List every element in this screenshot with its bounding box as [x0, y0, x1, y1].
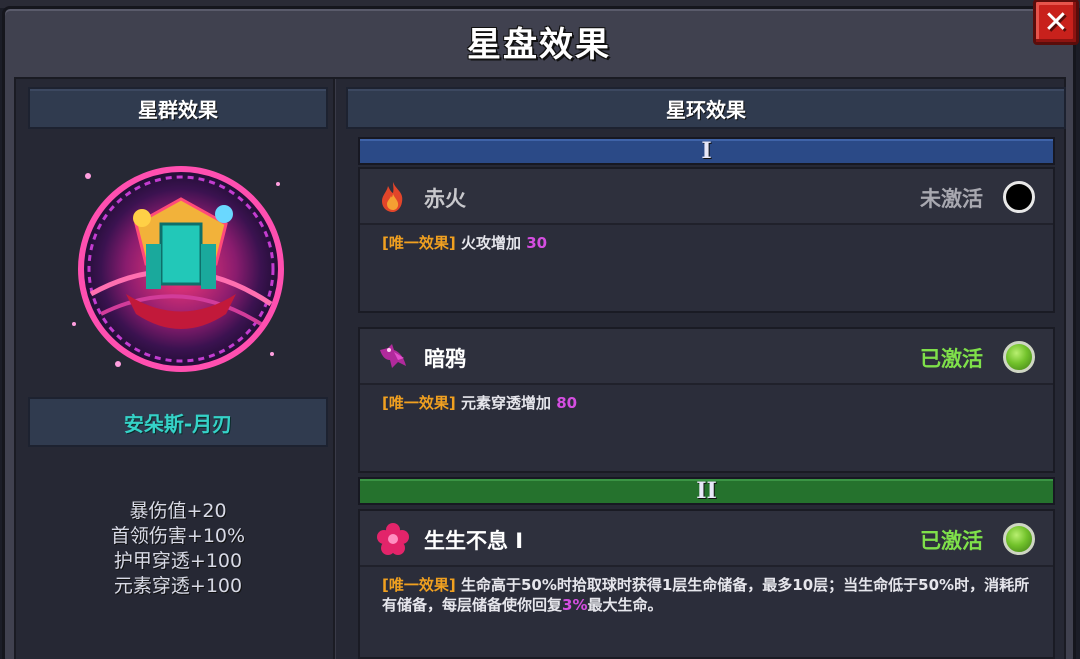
effect-card-shengsheng[interactable]: 生生不息 I 已激活 [唯一效果] 生命高于50%时拾取球时获得1层生命储备，最… — [358, 509, 1055, 659]
tier-2-bar: II — [358, 477, 1055, 505]
status-indicator-icon — [1003, 341, 1035, 373]
ring-effect-title: 星环效果 — [666, 97, 746, 122]
stat-line: 护甲穿透+100 — [113, 550, 243, 572]
close-button[interactable]: ✕ — [1033, 0, 1079, 45]
stat-line: 暴伤值+20 — [129, 500, 227, 522]
effect-description: [唯一效果] 元素穿透增加 80 — [360, 385, 1053, 421]
ring-effect-header: 星环效果 — [346, 87, 1066, 129]
effect-card-header: 赤火 未激活 — [360, 169, 1053, 225]
tier-1-label: I — [701, 138, 712, 164]
astrolabe-panel: 星盘效果 ✕ 星群效果 安朵斯-月刃 暴伤值+20 首领伤害+10% 护甲穿透+… — [2, 0, 1079, 659]
effect-desc-text: 火攻增加 — [460, 234, 521, 252]
effect-name: 赤火 — [424, 187, 466, 211]
effect-value: 3% — [562, 596, 588, 614]
column-divider — [333, 79, 336, 659]
effect-desc-text: 生命高于50%时拾取球时获得1层生命储备，最多10层；当生命低于50%时，消耗所… — [382, 576, 1030, 614]
flower-icon — [377, 523, 409, 555]
constellation-stats: 暴伤值+20 首领伤害+10% 护甲穿透+100 元素穿透+100 — [28, 499, 328, 599]
constellation-effect-title: 星群效果 — [138, 97, 218, 122]
effect-value: 80 — [556, 394, 578, 412]
effect-description: [唯一效果] 火攻增加 30 — [360, 225, 1053, 261]
constellation-effect-header: 星群效果 — [28, 87, 328, 129]
stat-line: 元素穿透+100 — [113, 575, 243, 597]
effect-desc-text-end: 最大生命。 — [587, 596, 663, 614]
unique-effect-tag: [唯一效果] — [382, 234, 456, 252]
effect-status: 已激活 — [920, 529, 983, 553]
unique-effect-tag: [唯一效果] — [382, 394, 456, 412]
effect-card-anya[interactable]: 暗鸦 已激活 [唯一效果] 元素穿透增加 80 — [358, 327, 1055, 473]
effect-name: 暗鸦 — [424, 347, 466, 371]
crow-icon — [380, 344, 406, 368]
constellation-name-box: 安朵斯-月刃 — [28, 397, 328, 447]
status-indicator-icon — [1003, 523, 1035, 555]
effect-value: 30 — [526, 234, 548, 252]
constellation-emblem-icon — [72, 166, 284, 372]
tier-2-label: II — [696, 478, 717, 504]
title-bar: 星盘效果 — [5, 9, 1073, 73]
fire-icon — [382, 182, 403, 212]
effect-card-header: 生生不息 I 已激活 — [360, 511, 1053, 567]
tier-1-bar: I — [358, 137, 1055, 165]
content-area: 星群效果 安朵斯-月刃 暴伤值+20 首领伤害+10% 护甲穿透+100 元素穿… — [14, 77, 1066, 659]
effect-name: 生生不息 I — [424, 529, 524, 553]
panel-title: 星盘效果 — [467, 24, 611, 65]
effect-status: 已激活 — [920, 347, 983, 371]
effect-card-chihuo[interactable]: 赤火 未激活 [唯一效果] 火攻增加 30 — [358, 167, 1055, 313]
constellation-name: 安朵斯-月刃 — [123, 411, 233, 436]
effect-card-header: 暗鸦 已激活 — [360, 329, 1053, 385]
effect-description: [唯一效果] 生命高于50%时拾取球时获得1层生命储备，最多10层；当生命低于5… — [360, 567, 1053, 623]
effect-desc-text: 元素穿透增加 — [460, 394, 551, 412]
unique-effect-tag: [唯一效果] — [382, 576, 456, 594]
status-indicator-icon — [1003, 181, 1035, 213]
effect-status: 未激活 — [920, 187, 983, 211]
close-icon: ✕ — [1043, 4, 1069, 40]
stat-line: 首领伤害+10% — [110, 525, 246, 547]
